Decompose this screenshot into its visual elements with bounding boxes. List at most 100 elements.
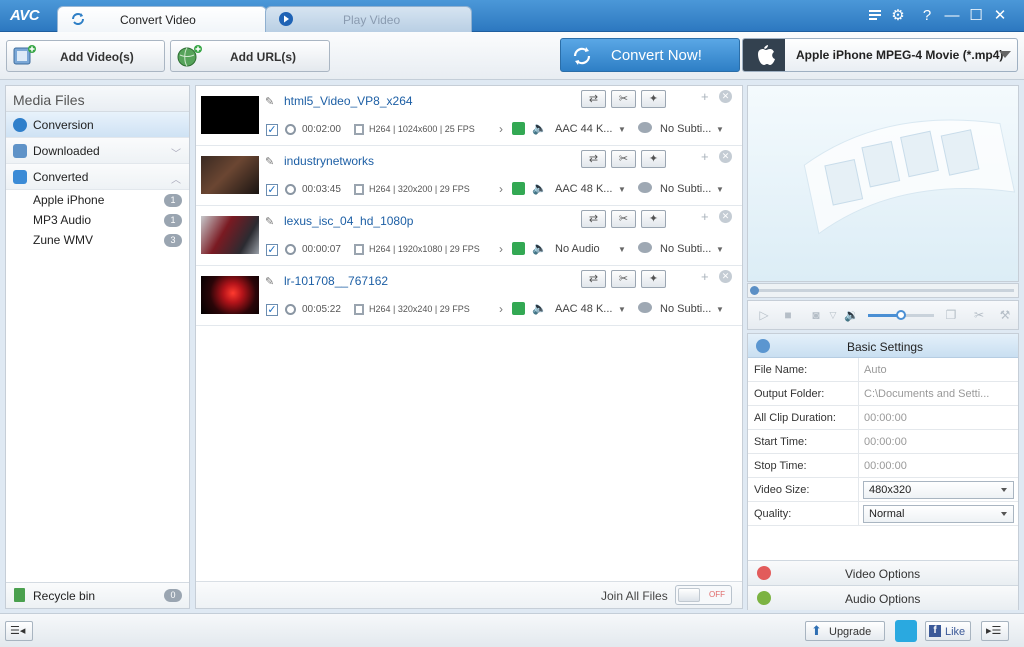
expand-icon[interactable]: ›	[499, 122, 503, 136]
dropdown-arrow-icon[interactable]: ▼	[716, 125, 724, 134]
join-all-files-toggle[interactable]: OFF	[675, 585, 732, 605]
refresh-icon[interactable]: ⇄	[581, 90, 606, 108]
recycle-bin[interactable]: Recycle bin 0	[6, 582, 189, 608]
chevron-down-icon[interactable]: ▽	[826, 308, 840, 322]
basic-settings-header[interactable]: Basic Settings	[748, 334, 1018, 358]
seek-knob[interactable]	[750, 286, 759, 295]
refresh-icon[interactable]: ⇄	[581, 210, 606, 228]
video-options-header[interactable]: Video Options	[748, 560, 1018, 585]
file-name[interactable]: lexus_isc_04_hd_1080p	[284, 214, 413, 228]
upgrade-button[interactable]: ⬆ Upgrade	[805, 621, 885, 641]
expand-icon[interactable]: ›	[499, 242, 503, 256]
file-name[interactable]: lr-101708__767162	[284, 274, 388, 288]
dropdown-arrow-icon[interactable]: ▼	[716, 185, 724, 194]
tab-play-video[interactable]: Play Video	[265, 6, 472, 32]
output-profile-select[interactable]: Apple iPhone MPEG-4 Movie (*.mp4)	[742, 38, 1018, 72]
plus-icon[interactable]: +	[701, 209, 709, 224]
expand-icon[interactable]: ›	[499, 182, 503, 196]
plus-icon[interactable]: +	[701, 149, 709, 164]
expand-icon[interactable]: ›	[499, 302, 503, 316]
sidebar-subitem-zune-wmv[interactable]: Zune WMV 3	[6, 230, 189, 250]
dropdown-arrow-icon[interactable]: ▼	[618, 305, 626, 314]
file-checkbox[interactable]: ✓	[266, 184, 278, 196]
sidebar-subitem-mp3-audio[interactable]: MP3 Audio 1	[6, 210, 189, 230]
scissors-icon[interactable]: ✂	[611, 210, 636, 228]
add-urls-button[interactable]: Add URL(s)	[170, 40, 330, 72]
help-icon[interactable]: ?	[918, 7, 936, 25]
toggle-sidebar-button[interactable]: ☰◂	[5, 621, 33, 641]
scissors-icon[interactable]: ✂	[972, 308, 986, 322]
convert-now-button[interactable]: Convert Now!	[560, 38, 740, 72]
dropdown-arrow-icon[interactable]: ▼	[618, 125, 626, 134]
file-name-field[interactable]: Auto	[864, 364, 887, 376]
file-checkbox[interactable]: ✓	[266, 124, 278, 136]
toggle-panel-button[interactable]: ▸☰	[981, 621, 1009, 641]
play-icon[interactable]: ▷	[757, 308, 771, 322]
magic-wand-icon[interactable]: ✦	[641, 150, 666, 168]
dropdown-arrow-icon[interactable]: ▼	[618, 185, 626, 194]
file-row[interactable]: ✎ lr-101708__767162 ⇄ ✂ ✦ + ✕ ✓ 00:05:22…	[196, 266, 742, 326]
scissors-icon[interactable]: ✂	[611, 270, 636, 288]
sidebar-item-converted[interactable]: Converted ︿	[6, 164, 189, 190]
dropdown-arrow-icon[interactable]: ▼	[716, 245, 724, 254]
subtitle-select[interactable]: No Subti...	[660, 243, 711, 255]
camera-icon[interactable]: ◙	[809, 308, 823, 322]
pencil-icon[interactable]: ✎	[265, 275, 277, 288]
remove-icon[interactable]: ✕	[719, 90, 732, 103]
copy-icon[interactable]: ❐	[944, 308, 958, 322]
scissors-icon[interactable]: ✂	[611, 150, 636, 168]
pencil-icon[interactable]: ✎	[265, 155, 277, 168]
refresh-icon[interactable]: ⇄	[581, 270, 606, 288]
twitter-icon[interactable]	[895, 620, 917, 642]
sidebar-item-conversion[interactable]: Conversion	[6, 112, 189, 138]
maximize-icon[interactable]: ☐	[967, 7, 985, 25]
subtitle-select[interactable]: No Subti...	[660, 183, 711, 195]
remove-icon[interactable]: ✕	[719, 210, 732, 223]
audio-options-header[interactable]: Audio Options	[748, 585, 1018, 610]
wrench-icon[interactable]: ⚒	[998, 308, 1012, 322]
file-name[interactable]: html5_Video_VP8_x264	[284, 94, 413, 108]
all-clip-duration-field[interactable]: 00:00:00	[864, 412, 907, 424]
quality-select[interactable]: Normal	[863, 505, 1014, 523]
video-size-select[interactable]: 480x320	[863, 481, 1014, 499]
facebook-like-button[interactable]: f Like	[925, 621, 971, 641]
start-time-field[interactable]: 00:00:00	[864, 436, 907, 448]
pencil-icon[interactable]: ✎	[265, 95, 277, 108]
subtitle-select[interactable]: No Subti...	[660, 303, 711, 315]
file-name[interactable]: industrynetworks	[284, 154, 374, 168]
volume-icon[interactable]: 🔉	[844, 308, 859, 322]
magic-wand-icon[interactable]: ✦	[641, 90, 666, 108]
file-row[interactable]: ✎ html5_Video_VP8_x264 ⇄ ✂ ✦ + ✕ ✓ 00:02…	[196, 86, 742, 146]
plus-icon[interactable]: +	[701, 269, 709, 284]
gear-icon[interactable]: ⚙	[889, 7, 907, 25]
seek-slider[interactable]	[747, 283, 1019, 298]
remove-icon[interactable]: ✕	[719, 150, 732, 163]
plus-icon[interactable]: +	[701, 89, 709, 104]
chevron-down-icon[interactable]: ﹀	[171, 145, 181, 160]
output-folder-field[interactable]: C:\Documents and Setti...	[864, 388, 989, 400]
remove-icon[interactable]: ✕	[719, 270, 732, 283]
volume-slider[interactable]	[896, 310, 906, 320]
stop-icon[interactable]: ■	[781, 308, 795, 322]
audio-track-select[interactable]: AAC 48 K...	[555, 183, 612, 195]
file-checkbox[interactable]: ✓	[266, 244, 278, 256]
add-videos-button[interactable]: Add Video(s)	[6, 40, 165, 72]
subtitle-select[interactable]: No Subti...	[660, 123, 711, 135]
sidebar-item-downloaded[interactable]: Downloaded ﹀	[6, 138, 189, 164]
file-row[interactable]: ✎ lexus_isc_04_hd_1080p ⇄ ✂ ✦ + ✕ ✓ 00:0…	[196, 206, 742, 266]
magic-wand-icon[interactable]: ✦	[641, 270, 666, 288]
file-checkbox[interactable]: ✓	[266, 304, 278, 316]
magic-wand-icon[interactable]: ✦	[641, 210, 666, 228]
chevron-up-icon[interactable]: ︿	[171, 171, 181, 186]
refresh-icon[interactable]: ⇄	[581, 150, 606, 168]
dropdown-arrow-icon[interactable]: ▼	[716, 305, 724, 314]
sidebar-subitem-apple-iphone[interactable]: Apple iPhone 1	[6, 190, 189, 210]
close-icon[interactable]: ✕	[991, 7, 1009, 25]
file-row[interactable]: ✎ industrynetworks ⇄ ✂ ✦ + ✕ ✓ 00:03:45 …	[196, 146, 742, 206]
menu-list-icon[interactable]	[866, 7, 884, 25]
audio-track-select[interactable]: No Audio	[555, 243, 600, 255]
tab-convert-video[interactable]: Convert Video	[57, 6, 267, 32]
stop-time-field[interactable]: 00:00:00	[864, 460, 907, 472]
scissors-icon[interactable]: ✂	[611, 90, 636, 108]
minimize-icon[interactable]: —	[943, 7, 961, 25]
